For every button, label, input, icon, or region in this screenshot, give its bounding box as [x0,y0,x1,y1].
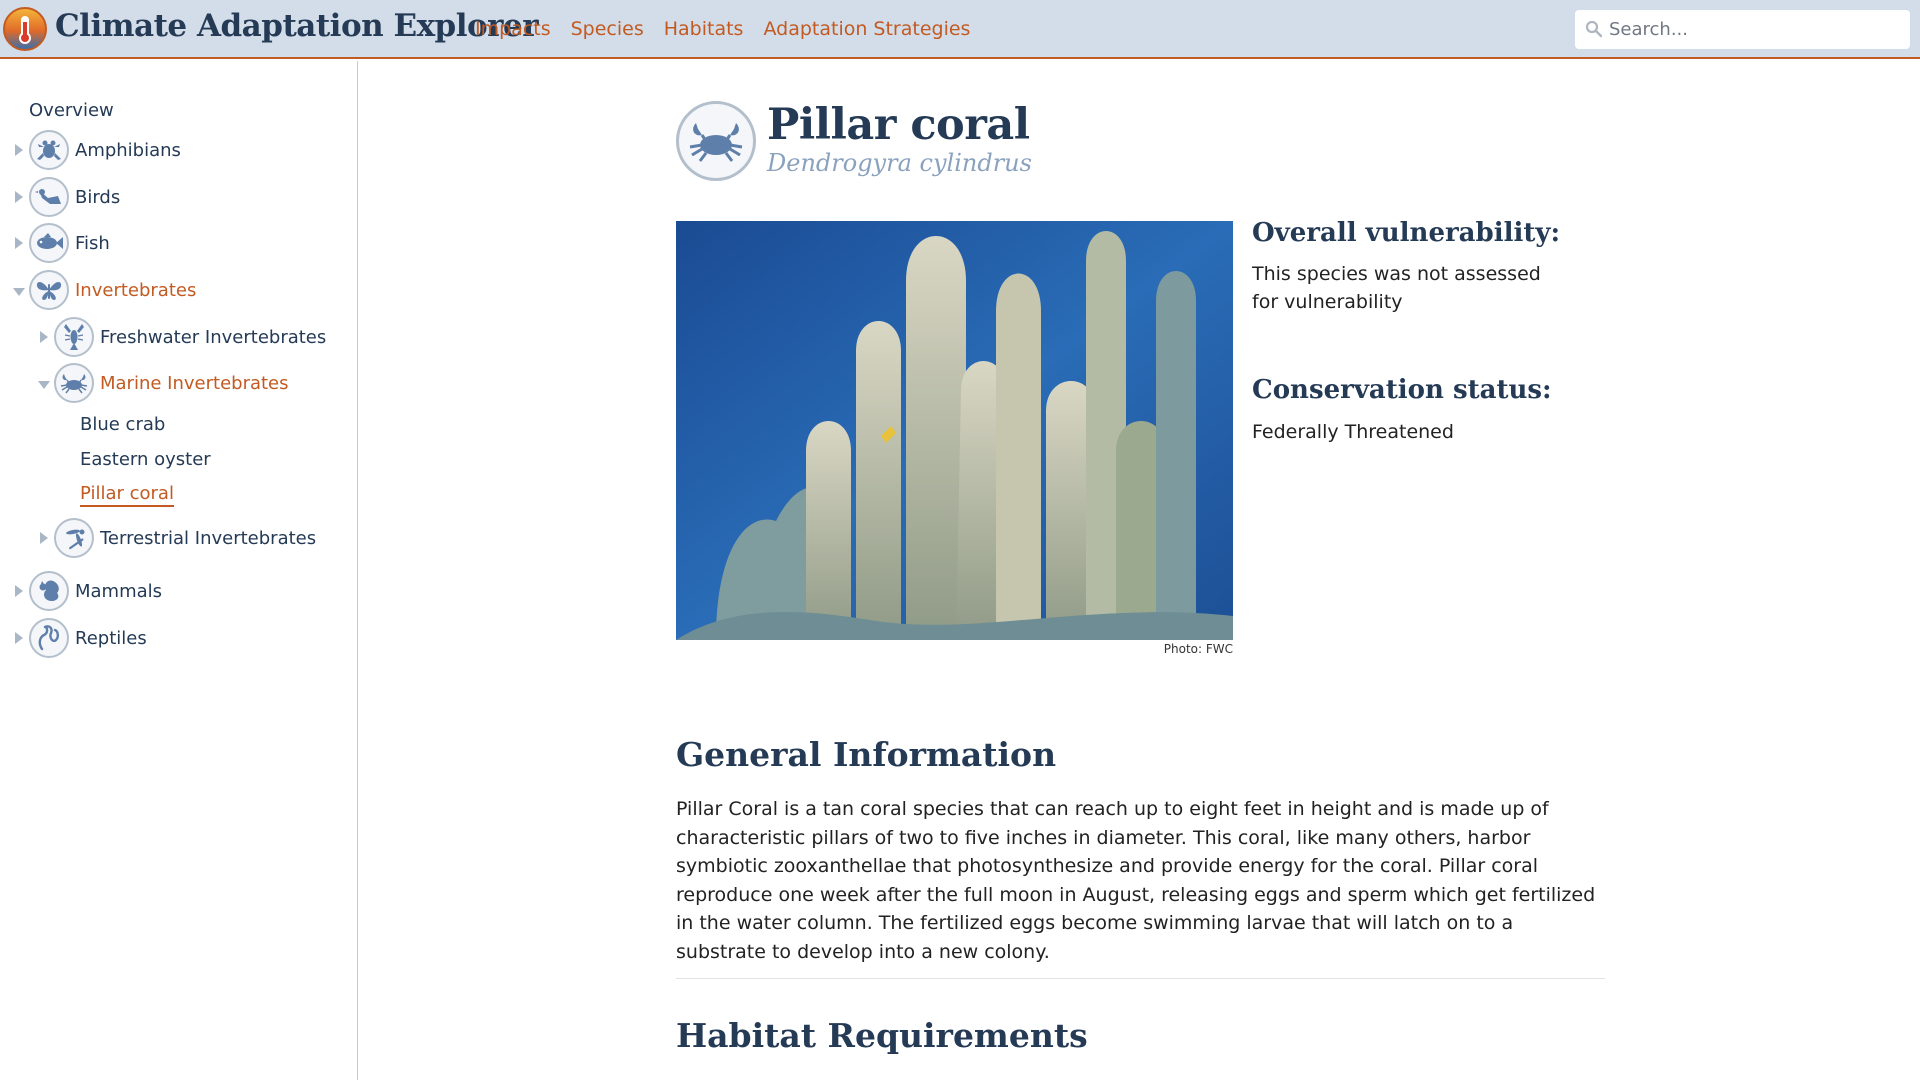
scientific-name: Dendrogyra cylindrus [767,149,1032,177]
expand-caret-icon[interactable] [15,191,23,203]
conservation-heading: Conservation status: [1252,375,1552,405]
sidebar-item-label: Mammals [75,580,163,602]
sidebar-species-pillar-coral[interactable]: Pillar coral [80,483,174,507]
top-nav: Impacts Species Habitats Adaptation Stra… [475,18,970,40]
bird-icon [29,177,69,217]
habitat-requirements-heading: Habitat Requirements [676,1016,1088,1055]
sidebar-item-reptiles[interactable]: Reptiles [29,618,147,658]
sidebar-item-invertebrates[interactable]: Invertebrates [29,270,196,310]
expand-caret-icon[interactable] [15,144,23,156]
app-title[interactable]: Climate Adaptation Explorer [55,8,539,44]
sidebar-item-fish[interactable]: Fish [29,223,110,263]
species-photo [676,221,1233,640]
sidebar-item-label: Reptiles [75,627,147,649]
search-box [1575,10,1910,49]
sidebar-item-mammals[interactable]: Mammals [29,571,162,611]
sidebar-species-blue-crab[interactable]: Blue crab [80,414,165,435]
expand-caret-icon[interactable] [40,532,48,544]
snake-icon [29,618,69,658]
squirrel-icon [29,571,69,611]
sidebar-overview[interactable]: Overview [29,100,114,121]
vulnerability-text: This species was not assessed for vulner… [1252,263,1541,313]
app-logo-icon[interactable] [2,6,48,52]
frog-icon [29,130,69,170]
nav-impacts[interactable]: Impacts [475,18,551,40]
fish-icon [29,223,69,263]
species-category-icon [676,101,756,181]
crab-icon [54,363,94,403]
collapse-caret-icon[interactable] [38,381,50,389]
expand-caret-icon[interactable] [15,237,23,249]
nav-adaptation-strategies[interactable]: Adaptation Strategies [763,18,970,40]
page-title: Pillar coral [767,100,1030,150]
general-information-text: Pillar Coral is a tan coral species that… [676,798,1596,963]
search-icon [1585,20,1603,38]
sidebar-item-terrestrial-invertebrates[interactable]: Terrestrial Invertebrates [54,518,316,558]
sidebar-item-freshwater-invertebrates[interactable]: Freshwater Invertebrates [54,317,326,357]
vulnerability-heading: Overall vulnerability: [1252,218,1561,248]
sidebar-item-birds[interactable]: Birds [29,177,120,217]
nav-habitats[interactable]: Habitats [664,18,744,40]
general-information-heading: General Information [676,735,1057,774]
dragonfly-icon [54,518,94,558]
section-divider [676,978,1605,979]
sidebar-item-label: Invertebrates [75,279,197,301]
photo-credit: Photo: FWC [1163,642,1233,656]
sidebar: Overview Amphibians Birds Fish Invertebr… [0,61,358,1080]
sidebar-item-label: Fish [75,232,110,254]
collapse-caret-icon[interactable] [13,288,25,296]
sidebar-item-marine-invertebrates[interactable]: Marine Invertebrates [54,363,289,403]
conservation-text: Federally Threatened [1252,421,1454,443]
crab-icon [689,123,743,162]
sidebar-item-amphibians[interactable]: Amphibians [29,130,181,170]
expand-caret-icon[interactable] [15,585,23,597]
sidebar-item-label: Marine Invertebrates [100,372,289,394]
sidebar-species-eastern-oyster[interactable]: Eastern oyster [80,449,211,470]
crayfish-icon [54,317,94,357]
sidebar-item-label: Birds [75,186,121,208]
expand-caret-icon[interactable] [15,632,23,644]
sidebar-item-label: Amphibians [75,139,181,161]
search-input[interactable] [1609,10,1904,49]
expand-caret-icon[interactable] [40,331,48,343]
top-header: Climate Adaptation Explorer Impacts Spec… [0,0,1920,59]
nav-species[interactable]: Species [571,18,644,40]
sidebar-item-label: Terrestrial Invertebrates [100,527,317,549]
sidebar-item-label: Freshwater Invertebrates [100,326,327,348]
butterfly-icon [29,270,69,310]
